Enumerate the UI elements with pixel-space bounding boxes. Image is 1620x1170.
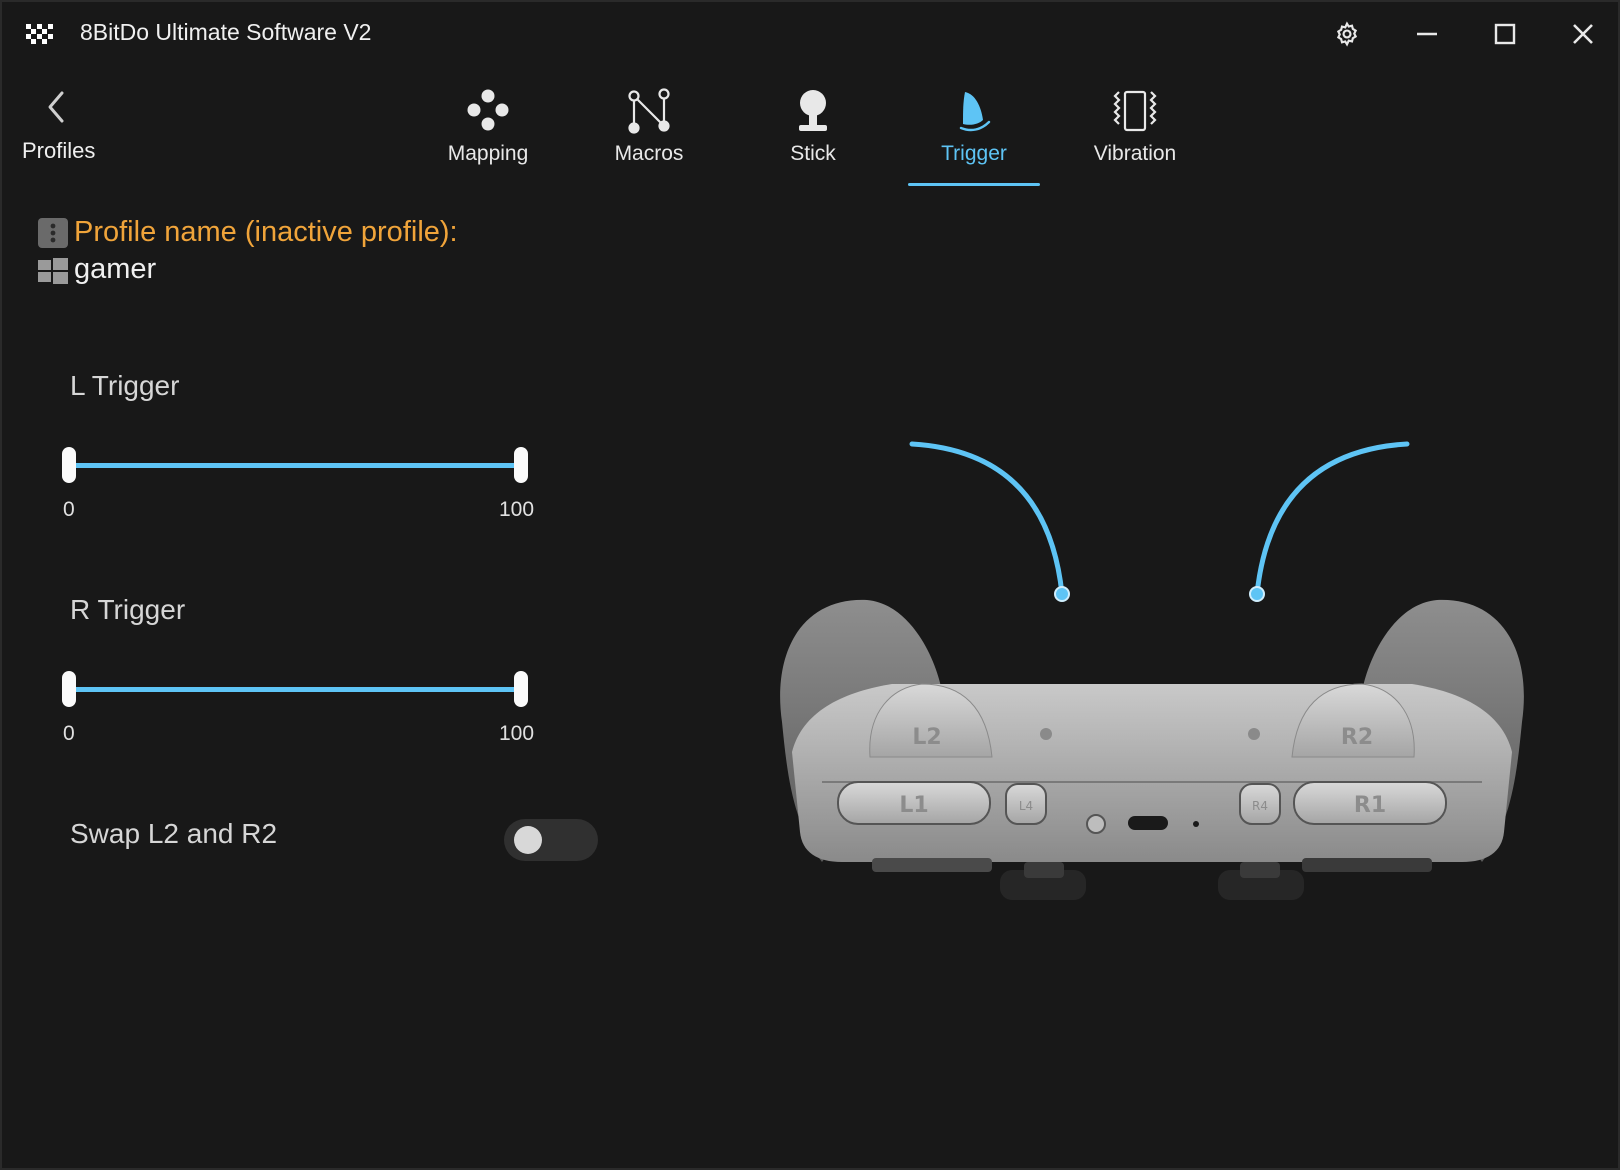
pair-button	[1086, 814, 1106, 834]
l-trigger-min-value: 0	[63, 498, 75, 521]
dpad-dots-icon	[467, 89, 509, 131]
l-trigger-max-value: 100	[499, 498, 535, 521]
slider-track	[70, 687, 520, 692]
joystick-icon	[799, 90, 827, 131]
close-button[interactable]	[1558, 12, 1608, 56]
tab-label: Mapping	[447, 142, 529, 165]
r2-label: R2	[1341, 725, 1373, 750]
l-trigger-max-handle[interactable]	[514, 447, 528, 483]
tab-label: Macros	[614, 142, 684, 165]
r-trigger-label: R Trigger	[70, 594, 186, 625]
maximize-icon	[1494, 23, 1516, 45]
l4-label: L4	[1019, 799, 1033, 813]
title-bar: 8BitDo Ultimate Software V2	[2, 2, 1620, 66]
maximize-button[interactable]	[1480, 12, 1530, 56]
tab-vibration[interactable]: Vibration	[1069, 86, 1201, 186]
app-title: 8BitDo Ultimate Software V2	[80, 19, 372, 45]
slider-track	[70, 463, 520, 468]
tab-mapping[interactable]: Mapping	[422, 86, 554, 186]
chevron-left-icon	[48, 91, 64, 123]
trigger-icon	[959, 92, 991, 132]
r-trigger-min-handle[interactable]	[62, 671, 76, 707]
vibration-icon	[1113, 90, 1157, 132]
r-trigger-arc	[1254, 441, 1410, 597]
l-trigger-label: L Trigger	[70, 370, 180, 401]
controller-illustration: L2 R2 L1 R1 L4 R4	[780, 441, 1524, 900]
r1-label: R1	[1354, 793, 1386, 818]
l1-label: L1	[899, 793, 928, 818]
tab-trigger[interactable]: Trigger	[908, 86, 1040, 186]
windows-icon	[38, 258, 68, 284]
l-trigger-min-handle[interactable]	[62, 447, 76, 483]
macro-nodes-icon	[628, 88, 670, 134]
l-trigger-arc-dot	[1054, 586, 1070, 602]
tab-label: Trigger	[941, 142, 1007, 165]
r4-label: R4	[1252, 799, 1268, 813]
swap-l2-r2-label: Swap L2 and R2	[70, 818, 278, 849]
profile-name: gamer	[74, 253, 157, 285]
tab-stick[interactable]: Stick	[747, 86, 879, 186]
tab-label: Vibration	[1093, 142, 1177, 165]
app-window: 8BitDo Ultimate Software V2 Profiles Map…	[0, 0, 1620, 1170]
profiles-label: Profiles	[22, 138, 96, 163]
r-trigger-max-handle[interactable]	[514, 671, 528, 707]
l-trigger-range-slider[interactable]	[62, 447, 528, 483]
profile-heading: Profile name (inactive profile):	[74, 216, 458, 248]
r-trigger-min-value: 0	[63, 722, 75, 745]
r-trigger-max-value: 100	[499, 722, 535, 745]
tab-macros[interactable]: Macros	[583, 86, 715, 186]
r-trigger-range-slider[interactable]	[62, 671, 528, 707]
gear-icon	[1336, 21, 1358, 47]
l2-label: L2	[912, 725, 941, 750]
led-indicator	[1193, 821, 1199, 827]
r-trigger-arc-dot	[1249, 586, 1265, 602]
profile-menu-icon	[38, 218, 68, 248]
toggle-knob	[514, 826, 542, 854]
tab-label: Stick	[790, 142, 836, 165]
minimize-icon	[1417, 32, 1437, 36]
swap-l2-r2-toggle[interactable]	[504, 819, 598, 861]
l-trigger-arc	[909, 441, 1065, 597]
back-to-profiles-button[interactable]: Profiles	[20, 84, 110, 170]
settings-button[interactable]	[1322, 12, 1372, 56]
8bitdo-logo-icon	[26, 24, 53, 44]
usb-c-port	[1128, 816, 1168, 830]
close-icon	[1573, 24, 1593, 44]
minimize-button[interactable]	[1402, 12, 1452, 56]
